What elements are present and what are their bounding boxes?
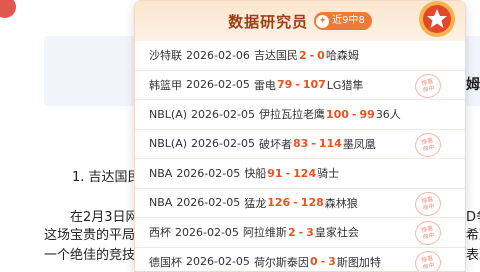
article-paragraph-fragment-2: 希望 (466, 224, 480, 243)
score-separator: - (321, 255, 326, 268)
match-home-team: 雷电 (254, 77, 276, 93)
stamp-text: 命中 (422, 202, 435, 211)
match-away-team: 哈森姆 (326, 47, 359, 63)
match-away-score: 128 (301, 196, 324, 209)
match-date: 2026-02-05 (176, 167, 240, 180)
match-home-score: 2 (299, 49, 307, 62)
match-away-score: 3 (328, 255, 336, 268)
match-away-team: LG猎隼 (327, 77, 364, 93)
match-date: 2026-02-05 (175, 226, 239, 239)
match-home-score: 0 (310, 255, 318, 268)
hit-stamp-icon: 惊喜命中 (413, 248, 443, 272)
popup-title: 数据研究员 (228, 11, 308, 32)
score-separator: - (295, 78, 300, 91)
match-home-team: 破坏者 (259, 136, 292, 152)
article-paragraph-line-1: 在2月3日网 (70, 206, 139, 225)
match-league: 西杯 (149, 224, 171, 240)
match-home-team: 吉达国民 (254, 47, 298, 63)
match-row[interactable]: 韩篮甲 2026-02-05 雷电79-107LG猎隼 惊喜命中 (135, 71, 465, 101)
match-away-score: 3 (306, 226, 314, 239)
match-date: 2026-02-05 (191, 137, 255, 150)
popup-header: 数据研究员 ✦ 近9中8 (135, 1, 465, 41)
hit-stamp-icon: 惊喜命中 (413, 130, 443, 159)
match-league: 德国杯 (149, 254, 182, 270)
match-date: 2026-02-05 (186, 255, 250, 268)
match-row[interactable]: 西杯 2026-02-05 阿拉维斯2-3皇家社会 惊喜命中 (135, 218, 465, 248)
match-home-score: 100 (326, 108, 349, 121)
page-logo-dot (0, 0, 16, 18)
match-date: 2026-02-05 (191, 108, 255, 121)
match-home-score: 126 (267, 196, 290, 209)
match-home-score: 83 (293, 137, 308, 150)
stamp-text: 命中 (422, 261, 435, 270)
match-home-team: 阿拉维斯 (243, 224, 287, 240)
streak-text: 近9中8 (332, 13, 365, 29)
match-home-team: 伊拉瓦拉老鹰 (259, 106, 325, 122)
match-away-team: 斯图加特 (337, 254, 381, 270)
match-home-score: 2 (288, 226, 296, 239)
article-paragraph-fragment-1: D争 (466, 206, 480, 225)
stamp-text: 命中 (422, 84, 435, 93)
match-row[interactable]: NBL(A) 2026-02-05 破坏者83-114墨凤凰 惊喜命中 (135, 130, 465, 160)
match-home-team: 荷尔斯泰因 (254, 254, 309, 270)
match-away-score: 107 (303, 78, 326, 91)
match-league: 沙特联 (149, 47, 182, 63)
article-card-fragment: 姆 (466, 74, 480, 94)
match-away-score: 114 (319, 137, 342, 150)
match-row[interactable]: NBA 2026-02-05 快船91-124骑士 (135, 159, 465, 189)
match-row[interactable]: NBA 2026-02-05 猛龙126-128森林狼 惊喜命中 (135, 189, 465, 219)
match-league: NBL(A) (149, 137, 187, 150)
score-separator: - (352, 108, 357, 121)
match-home-team: 猛龙 (244, 195, 266, 211)
match-home-score: 79 (277, 78, 292, 91)
article-list-item: 1. 吉达国民 (72, 166, 141, 185)
flame-icon: ✦ (316, 15, 329, 28)
match-row[interactable]: NBL(A) 2026-02-05 伊拉瓦拉老鹰100-9936人 (135, 100, 465, 130)
hit-stamp-icon: 惊喜命中 (413, 219, 443, 248)
match-league: NBA (149, 196, 172, 209)
match-row[interactable]: 沙特联 2026-02-06 吉达国民2-0哈森姆 (135, 41, 465, 71)
hit-stamp-icon: 惊喜命中 (413, 71, 443, 100)
match-away-team: 皇家社会 (315, 224, 359, 240)
match-row[interactable]: 德国杯 2026-02-05 荷尔斯泰因0-3斯图加特 惊喜命中 (135, 248, 465, 272)
match-away-team: 骑士 (317, 165, 339, 181)
match-league: 韩篮甲 (149, 77, 182, 93)
stamp-text: 命中 (422, 143, 435, 152)
match-home-team: 快船 (244, 165, 266, 181)
match-home-score: 91 (267, 167, 282, 180)
match-away-team: 36人 (376, 106, 401, 122)
match-date: 2026-02-05 (176, 196, 240, 209)
match-date: 2026-02-06 (186, 49, 250, 62)
score-separator: - (299, 226, 304, 239)
medal-icon (417, 0, 457, 39)
match-league: NBL(A) (149, 108, 187, 121)
article-paragraph-fragment-3: 表现 (466, 244, 480, 263)
match-away-score: 99 (360, 108, 375, 121)
score-separator: - (293, 196, 298, 209)
score-separator: - (311, 137, 316, 150)
match-league: NBA (149, 167, 172, 180)
match-away-team: 墨凤凰 (343, 136, 376, 152)
article-paragraph-line-3: 一个绝佳的竞技 (44, 244, 135, 263)
stamp-text: 命中 (422, 232, 435, 241)
score-separator: - (286, 167, 291, 180)
article-paragraph-line-2: 这场宝贵的平局 (44, 224, 135, 243)
match-date: 2026-02-05 (186, 78, 250, 91)
match-away-score: 0 (317, 49, 325, 62)
score-separator: - (310, 49, 315, 62)
streak-badge: ✦ 近9中8 (314, 12, 372, 30)
match-away-score: 124 (293, 167, 316, 180)
match-away-team: 森林狼 (325, 195, 358, 211)
hit-stamp-icon: 惊喜命中 (413, 189, 443, 218)
match-list: 沙特联2026-02-06吉达国民2-0哈森姆韩篮甲2026-02-05雷电79… (135, 41, 465, 272)
data-researcher-popup: 数据研究员 ✦ 近9中8 沙特联2026-02-06吉达国民2-0哈森姆韩篮甲2… (134, 0, 466, 272)
